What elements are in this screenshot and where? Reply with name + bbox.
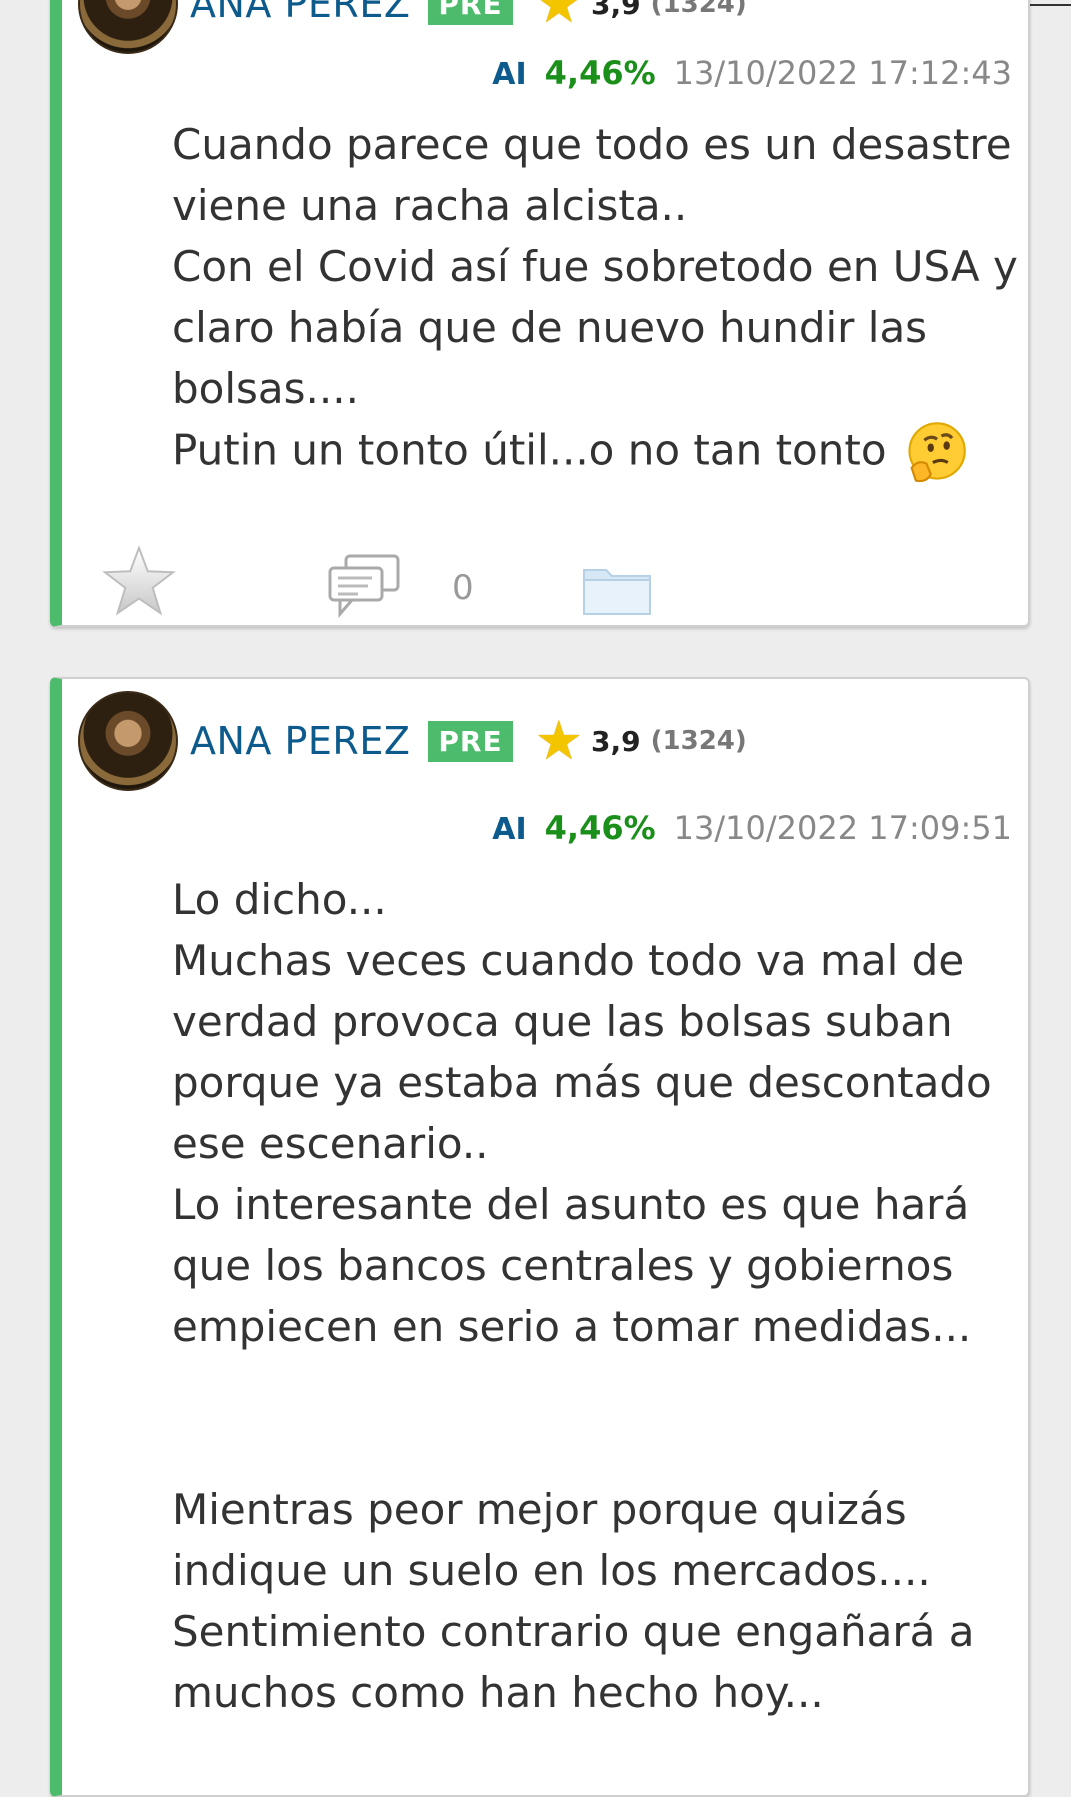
post-author-row: ANA PEREZ PRE ★ 3,9 (1324)	[78, 691, 747, 791]
market-change: 4,46%	[544, 809, 656, 847]
premium-badge: PRE	[428, 0, 513, 25]
post-meta: AI 4,46% 13/10/2022 17:12:43	[492, 54, 1012, 92]
rating-value: 3,9	[591, 724, 641, 758]
rating-count: (1324)	[650, 0, 747, 19]
post-author-row: ANA PEREZ PRE ★ 3,9 (1324)	[78, 0, 747, 54]
rating-star-icon: ★	[534, 0, 584, 35]
rating-value: 3,9	[591, 0, 641, 21]
forum-post: ANA PEREZ PRE ★ 3,9 (1324) AI 4,46% 13/1…	[50, 677, 1030, 1797]
comment-count: 0	[452, 568, 474, 608]
avatar[interactable]	[78, 691, 178, 791]
premium-badge: PRE	[428, 720, 513, 762]
author-name[interactable]: ANA PEREZ	[190, 719, 410, 763]
post-actions: 0	[62, 542, 1028, 622]
rating-star-icon: ★	[534, 709, 584, 772]
post-body-text: Cuando parece que todo es un desastre vi…	[172, 120, 1018, 475]
post-body: Lo dicho... Muchas veces cuando todo va …	[172, 875, 992, 1717]
author-name[interactable]: ANA PEREZ	[190, 0, 410, 26]
market-change: 4,46%	[544, 54, 656, 92]
post-timestamp: 13/10/2022 17:12:43	[673, 54, 1012, 92]
post-meta: AI 4,46% 13/10/2022 17:09:51	[492, 809, 1012, 847]
thinking-face-emoji	[907, 422, 966, 483]
folder-icon[interactable]	[582, 560, 652, 616]
forum-post: ANA PEREZ PRE ★ 3,9 (1324) AI 4,46% 13/1…	[50, 0, 1030, 627]
market-ticker[interactable]: AI	[492, 57, 526, 92]
post-body: Cuando parece que todo es un desastre vi…	[172, 114, 1028, 487]
avatar[interactable]	[78, 0, 178, 54]
comment-icon[interactable]	[328, 554, 402, 618]
star-icon[interactable]	[100, 542, 178, 620]
rating-count: (1324)	[650, 726, 747, 756]
market-ticker[interactable]: AI	[492, 812, 526, 847]
post-timestamp: 13/10/2022 17:09:51	[673, 809, 1012, 847]
